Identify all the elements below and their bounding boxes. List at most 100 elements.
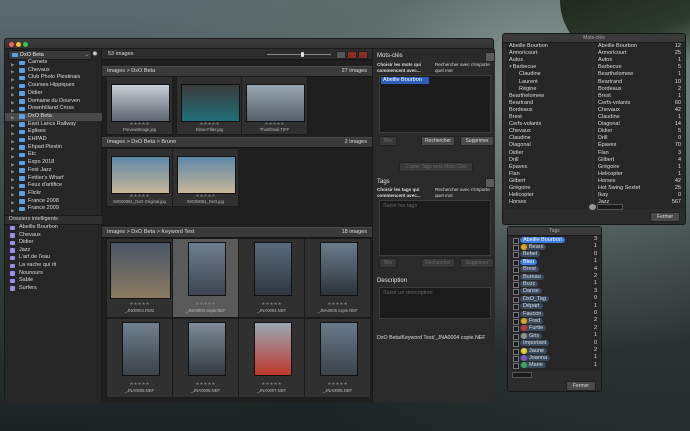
keywords-palette-close-button[interactable]: Fermer <box>650 212 680 222</box>
smart-folder-item[interactable]: Sable <box>5 277 102 285</box>
keyword-delete-button[interactable]: Supprimer <box>460 136 494 146</box>
close-window-icon[interactable] <box>9 41 14 47</box>
folder-item[interactable]: ▶ EHPAD <box>5 136 102 144</box>
tag-delete-button[interactable]: Supprimer <box>460 258 494 268</box>
folder-item[interactable]: ▶ Chevaux <box>5 67 102 75</box>
gear-icon[interactable]: ✹ <box>92 50 98 58</box>
keyword-tree-item[interactable]: Horses <box>509 199 526 206</box>
tag-row[interactable]: Danse 3 <box>511 288 600 296</box>
rating-stars[interactable]: ★★★★★ <box>173 301 238 307</box>
tag-row[interactable]: Buzz 1 <box>511 280 600 288</box>
image-thumbnail[interactable]: ★★★★★ _JNA0006.NEF <box>172 318 239 398</box>
tag-new-button[interactable]: Nlle <box>379 258 397 268</box>
rating-stars[interactable]: ★★★★★ <box>107 381 172 387</box>
keywords-count-list[interactable]: Abeille Bourbon 12 Armoricourt 25 Autos 1 Barb… <box>595 43 684 209</box>
group-header-keyword-test[interactable]: Images > DxO Beta > Keyword Test 18 imag… <box>102 227 372 238</box>
folder-item[interactable]: ▶ Églises <box>5 128 102 136</box>
keywords-panel-collapse-button[interactable] <box>485 52 495 62</box>
tag-row[interactable]: Abeille Bourbon 3 <box>511 236 600 244</box>
image-thumbnail[interactable]: ★★★★★ _JNA0005.NEF <box>106 318 173 398</box>
folder-item[interactable]: ▶ DxO Beta <box>5 112 102 121</box>
folder-item[interactable]: ▶ Didier <box>5 90 102 98</box>
folder-item[interactable]: ▶ Courses Hippiques <box>5 82 102 90</box>
folder-item[interactable]: ▶ Club Photo Plestinais <box>5 74 102 82</box>
zoom-window-icon[interactable] <box>23 41 28 47</box>
tag-row[interactable]: Important 0 <box>511 340 600 348</box>
keyword-selected-item[interactable]: Abeille Bourbon <box>381 77 429 84</box>
disclosure-triangle-icon[interactable]: ▶ <box>11 207 14 213</box>
keywords-hierarchy-list[interactable]: Abeille Bourbon Armoricourt Autos ▾Barbecue… <box>506 43 592 209</box>
folder-item[interactable]: ▶ Domaine du Dourven <box>5 98 102 106</box>
smart-folder-item[interactable]: Didier <box>5 239 102 247</box>
keywords-palette-title[interactable]: Mots-clés <box>503 34 685 43</box>
folder-item[interactable]: ▶ East Lancs Railway <box>5 121 102 129</box>
flag-filter-icon[interactable] <box>347 51 357 59</box>
folder-item[interactable]: ▶ Expo 2018 <box>5 159 102 167</box>
window-titlebar[interactable] <box>5 39 493 49</box>
tag-row[interactable]: Départ 1 <box>511 303 600 311</box>
tag-row[interactable]: Bleu 1 <box>511 258 600 266</box>
folder-item[interactable]: ▶ France 2008 <box>5 198 102 206</box>
image-thumbnail[interactable]: ★★★★★ _JN00004.RW2 <box>106 238 173 318</box>
description-input[interactable]: Saisir un description <box>379 287 491 319</box>
rating-stars[interactable]: ★★★★★ <box>239 381 304 387</box>
tag-row[interactable]: DxO_Tag 0 <box>511 295 600 303</box>
grid-view-icon[interactable] <box>336 51 346 59</box>
tag-row[interactable]: Gris 1 <box>511 332 600 340</box>
smart-folder-item[interactable]: L'art de l'eau <box>5 254 102 262</box>
image-thumbnail[interactable]: ★★★★★ Thumbnail.TIFF <box>241 76 308 135</box>
tags-palette-close-button[interactable]: Fermer <box>566 381 596 391</box>
keyword-new-button[interactable]: Nlle <box>379 136 397 146</box>
folder-item[interactable]: ▶ Fettler's Wharf <box>5 175 102 183</box>
group-header-bruno[interactable]: Images > DxO Beta > Bruno 2 images <box>102 137 372 148</box>
folder-item[interactable]: ▶ Carnets <box>5 59 102 67</box>
tag-row[interactable]: Furtie 2 <box>511 325 600 333</box>
smart-folder-item[interactable]: Abeille Bourbon <box>5 224 102 232</box>
folder-item[interactable]: ▶ Downhilland Cross <box>5 105 102 113</box>
folder-item[interactable]: ▶ Etc <box>5 151 102 159</box>
tag-row[interactable]: Bears 1 <box>511 243 600 251</box>
smart-folder-item[interactable]: La vache qui rit <box>5 262 102 270</box>
slider-knob[interactable] <box>301 51 304 57</box>
smart-folder-item[interactable]: Surfers <box>5 285 102 293</box>
reject-filter-icon[interactable] <box>358 51 368 59</box>
tag-search-button[interactable]: Rechercher <box>421 258 455 268</box>
copy-tags-to-keywords-button[interactable]: Copier Tags vers Mots-Clés <box>399 162 473 172</box>
tag-row[interactable]: Jaune 2 <box>511 347 600 355</box>
image-thumbnail[interactable]: ★★★★★ Dirax-Filter.jpg <box>176 76 243 135</box>
folder-item[interactable]: ▶ France 2009 <box>5 205 102 213</box>
keywords-list[interactable]: Abeille Bourbon <box>379 75 491 133</box>
keyword-search-button[interactable]: Rechercher <box>421 136 455 146</box>
disclosure-triangle-icon[interactable]: ▾ <box>509 64 512 70</box>
smart-folder-item[interactable]: Nounours <box>5 270 102 278</box>
image-thumbnail[interactable]: ★★★★★ _JNA0008.NEF <box>304 318 371 398</box>
rating-stars[interactable]: ★★★★★ <box>305 301 370 307</box>
image-thumbnail[interactable]: ★★★★★ _JNA0004.NEF <box>238 238 305 318</box>
thumbnail-size-slider[interactable] <box>267 51 331 57</box>
image-thumbnail[interactable]: ★★★★★ PreviewImage.jpg <box>106 76 173 135</box>
tags-palette-title[interactable]: Tags <box>508 227 601 236</box>
rating-stars[interactable]: ★★★★★ <box>173 381 238 387</box>
rating-stars[interactable]: ★★★★★ <box>239 301 304 307</box>
tag-checkbox[interactable] <box>513 363 519 370</box>
palette-action-icon[interactable] <box>589 204 596 210</box>
tag-row[interactable]: Faucon 0 <box>511 310 600 318</box>
folder-item[interactable]: ▶ Ehpad Plestin <box>5 144 102 152</box>
tag-row[interactable]: Bureau 2 <box>511 273 600 281</box>
smart-folder-item[interactable]: Jazz <box>5 247 102 255</box>
tag-row[interactable]: Joanna 1 <box>511 354 600 362</box>
tag-row[interactable]: Bebel 0 <box>511 251 600 259</box>
folder-item[interactable]: ▶ Feux d'artifice <box>5 182 102 190</box>
tag-row[interactable]: Marie 1 <box>511 362 600 370</box>
rating-stars[interactable]: ★★★★★ <box>107 301 172 307</box>
image-thumbnail[interactable]: ★★★★★ IMG00081_DxO.jpg <box>172 148 239 207</box>
smart-folder-item[interactable]: Chevaux <box>5 232 102 240</box>
image-thumbnail[interactable]: ★★★★★ IMG00081_DxO Original.jpg <box>106 148 173 207</box>
tag-row[interactable]: Brest 4 <box>511 266 600 274</box>
minimize-window-icon[interactable] <box>16 41 21 47</box>
image-thumbnail[interactable]: ★★★★★ _JNA0005 copie.NEF <box>304 238 371 318</box>
palette-add-remove-control[interactable] <box>597 204 623 210</box>
image-thumbnail[interactable]: ★★★★★ _JNA0007.NEF <box>238 318 305 398</box>
folder-item[interactable]: ▶ Flickr <box>5 190 102 198</box>
tag-row[interactable]: Fred 2 <box>511 317 600 325</box>
